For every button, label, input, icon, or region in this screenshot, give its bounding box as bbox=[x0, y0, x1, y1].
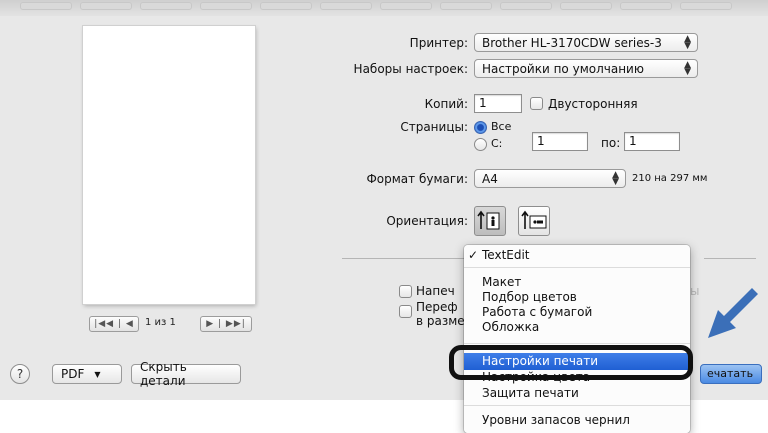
duplex-label: Двусторонняя bbox=[548, 97, 638, 111]
pdf-label: PDF bbox=[61, 367, 85, 381]
presets-label: Наборы настроек: bbox=[353, 62, 468, 76]
highlight-callout bbox=[449, 345, 693, 380]
menu-item-textedit[interactable]: TextEdit bbox=[468, 248, 529, 262]
pages-to-label: по: bbox=[601, 136, 621, 150]
pointer-arrow-icon bbox=[708, 288, 758, 338]
pages-range-radio[interactable] bbox=[474, 138, 487, 151]
landscape-button[interactable] bbox=[518, 206, 550, 236]
pages-all-label: Все bbox=[491, 120, 512, 133]
paper-label: Формат бумаги: bbox=[366, 172, 468, 186]
page-counter: 1 из 1 bbox=[145, 317, 176, 328]
header-footer-label-faded: ы bbox=[690, 284, 700, 298]
first-prev-page-button[interactable]: |◀◀ | ◀ bbox=[89, 316, 139, 332]
copies-label: Копий: bbox=[424, 97, 468, 111]
pages-label: Страницы: bbox=[400, 120, 468, 134]
portrait-icon bbox=[477, 210, 500, 230]
header-footer-label: Напеч bbox=[416, 284, 455, 298]
printer-popup[interactable]: Brother HL-3170CDW series-3 ▲ ▼ bbox=[474, 33, 698, 52]
updown-icon: ▲ ▼ bbox=[684, 34, 691, 51]
duplex-checkbox[interactable] bbox=[530, 97, 543, 110]
header-footer-checkbox[interactable] bbox=[399, 285, 412, 298]
landscape-icon bbox=[521, 210, 547, 229]
pages-all-radio[interactable] bbox=[474, 121, 487, 134]
pages-to-field[interactable]: 1 bbox=[624, 132, 680, 151]
section-divider bbox=[342, 258, 464, 259]
rewrap-checkbox[interactable] bbox=[399, 305, 412, 318]
updown-icon: ▲ ▼ bbox=[684, 60, 691, 77]
pdf-button[interactable]: PDF ▼ bbox=[52, 364, 122, 384]
menu-item-color-matching[interactable]: Подбор цветов bbox=[482, 290, 577, 304]
rewrap-label: Переф bbox=[416, 300, 458, 314]
section-divider bbox=[704, 258, 756, 259]
menu-separator bbox=[464, 343, 690, 344]
menu-item-cover[interactable]: Обложка bbox=[482, 320, 539, 334]
help-button[interactable]: ? bbox=[10, 364, 30, 384]
menu-separator bbox=[464, 405, 690, 406]
next-last-page-button[interactable]: ▶ | ▶▶| bbox=[200, 316, 252, 332]
dialog-top-edge bbox=[0, 0, 768, 16]
printer-label: Принтер: bbox=[409, 36, 468, 50]
copies-field[interactable]: 1 bbox=[474, 94, 522, 113]
portrait-button[interactable] bbox=[474, 206, 506, 236]
print-button[interactable]: ечатать bbox=[700, 364, 762, 384]
orientation-label: Ориентация: bbox=[386, 214, 468, 228]
hide-details-button[interactable]: Скрыть детали bbox=[131, 360, 241, 388]
printer-value: Brother HL-3170CDW series-3 bbox=[482, 36, 662, 50]
updown-icon: ▲ ▼ bbox=[612, 170, 619, 187]
menu-item-secure-print[interactable]: Защита печати bbox=[482, 386, 579, 400]
menu-item-paper-handling[interactable]: Работа с бумагой bbox=[482, 305, 592, 319]
page-preview bbox=[83, 26, 255, 304]
pages-from-field[interactable]: 1 bbox=[532, 132, 588, 151]
paper-size-text: 210 на 297 мм bbox=[632, 173, 708, 184]
menu-item-layout[interactable]: Макет bbox=[482, 275, 521, 289]
pages-from-label: C: bbox=[491, 137, 503, 150]
paper-popup[interactable]: A4 ▲ ▼ bbox=[474, 169, 626, 188]
rewrap-label-2: в разме bbox=[416, 314, 465, 328]
presets-value: Настройки по умолчанию bbox=[482, 62, 644, 76]
menu-item-supply-levels[interactable]: Уровни запасов чернил bbox=[482, 413, 630, 427]
paper-value: A4 bbox=[482, 172, 498, 186]
menu-separator bbox=[464, 267, 690, 268]
presets-popup[interactable]: Настройки по умолчанию ▲ ▼ bbox=[474, 59, 698, 78]
pdf-dropdown-icon: ▼ bbox=[94, 369, 101, 379]
pdf-options-menu: TextEdit Макет Подбор цветов Работа с бу… bbox=[464, 245, 690, 433]
